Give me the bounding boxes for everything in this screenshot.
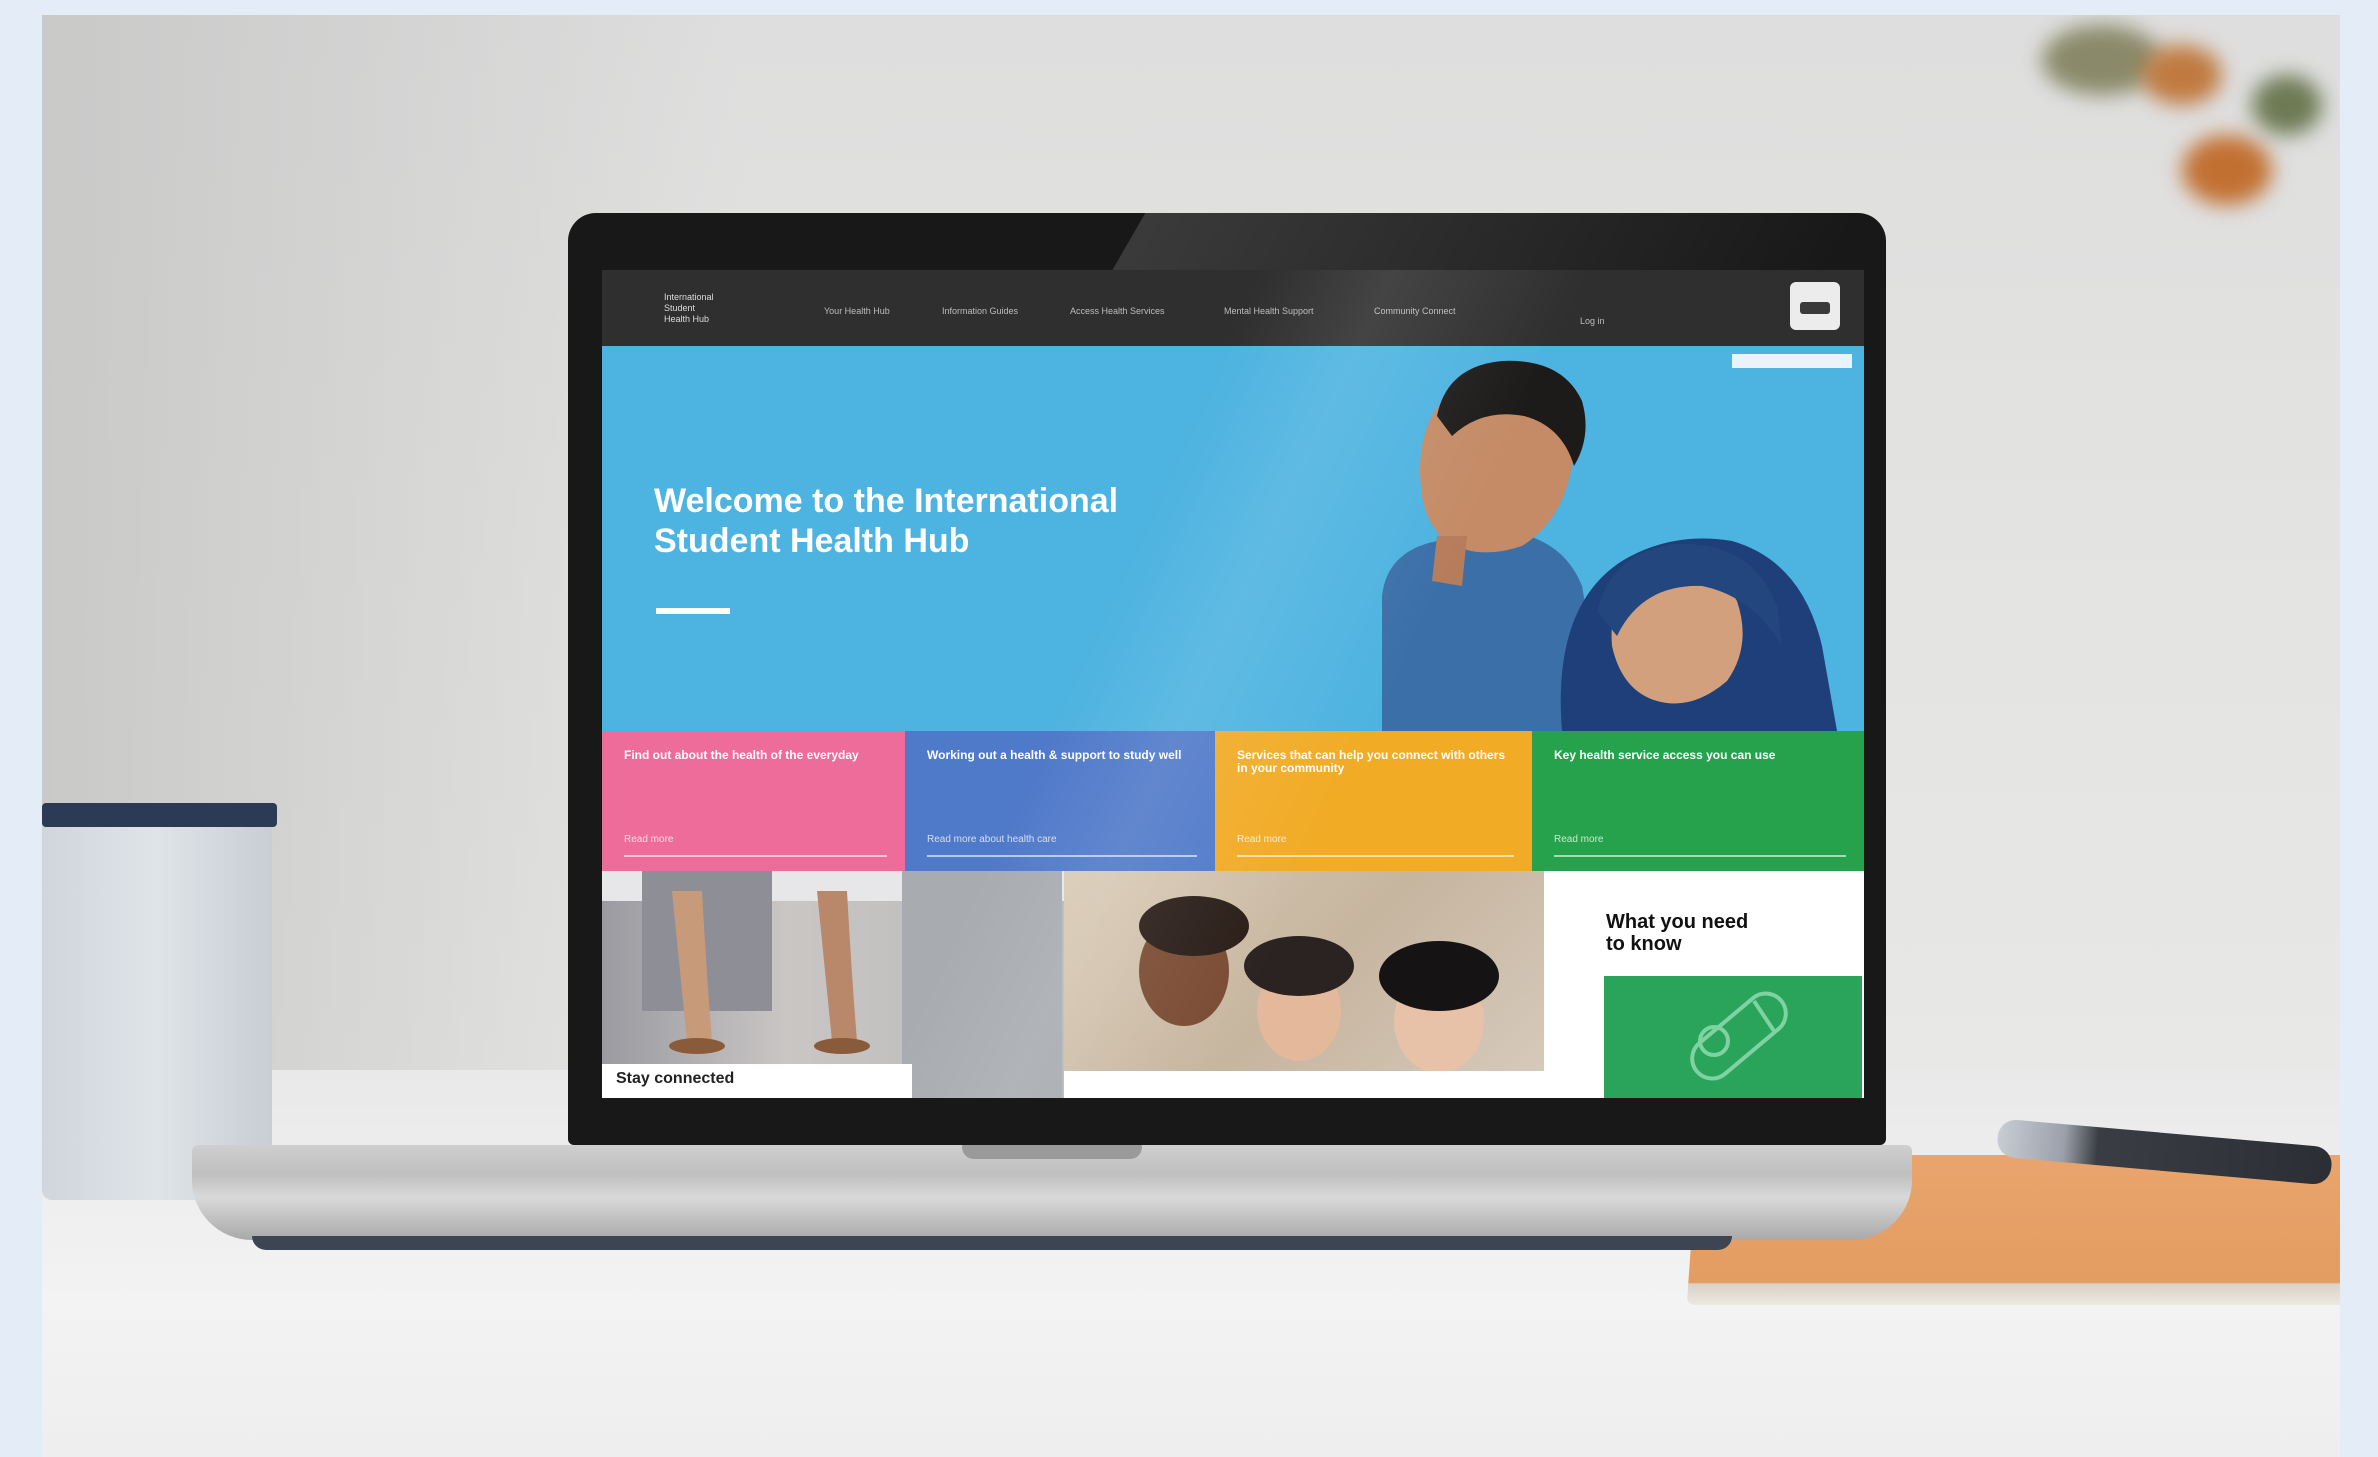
tile-title: Services that can help you connect with … (1237, 748, 1506, 775)
tile-study-well[interactable]: Working out a health & support to study … (905, 731, 1215, 871)
card-photo-friends (1064, 896, 1544, 1098)
tile-divider (1554, 855, 1846, 857)
tile-link[interactable]: Read more (1554, 834, 1603, 845)
bandage-icon (1690, 991, 1788, 1081)
hero-title: Welcome to the International Student Hea… (654, 482, 1119, 560)
tile-title: Key health service access you can use (1554, 748, 1776, 762)
laptop-base (192, 1145, 1912, 1250)
tile-divider (927, 855, 1197, 857)
tile-link[interactable]: Read more (1237, 834, 1286, 845)
nav-item-mental-health[interactable]: Mental Health Support (1224, 306, 1339, 316)
tile-divider (624, 855, 887, 857)
card-friends-photo[interactable] (1064, 871, 1544, 1098)
hero-rule (656, 608, 730, 614)
tile-link[interactable]: Read more (624, 834, 673, 845)
tile-divider (1237, 855, 1514, 857)
tile-title: Working out a health & support to study … (927, 748, 1182, 762)
login-link[interactable]: Log in (1580, 316, 1605, 326)
nav-item-health-hub[interactable]: Your Health Hub (824, 306, 939, 316)
hero-photo (1382, 360, 1837, 731)
lid-glare (1110, 213, 1866, 273)
laptop-screen: International Student Health Hub Your He… (602, 270, 1864, 1098)
mug-rim (42, 803, 277, 827)
plant-blur (2002, 15, 2340, 345)
card-stay-connected[interactable]: Stay connected (602, 871, 1064, 1098)
laptop-foot (252, 1236, 1732, 1250)
brand-line: Health Hub (664, 314, 710, 324)
tile-title: Find out about the health of the everyda… (624, 748, 859, 762)
nav-item-community[interactable]: Community Connect (1374, 306, 1489, 316)
photo-scene: International Student Health Hub Your He… (42, 15, 2340, 1457)
tile-community-services[interactable]: Services that can help you connect with … (1215, 731, 1532, 871)
mug (42, 803, 277, 1200)
content-cards: Stay connected What you need to know (602, 871, 1864, 1098)
laptop-notch (962, 1145, 1142, 1159)
brand-line: Student (664, 303, 696, 313)
tile-link[interactable]: Read more about health care (927, 834, 1057, 845)
card-caption: Stay connected (602, 1064, 912, 1098)
card-illustration (1604, 976, 1862, 1098)
feature-tiles: Find out about the health of the everyda… (602, 731, 1864, 871)
tile-health-access[interactable]: Key health service access you can use Re… (1532, 731, 1864, 871)
card-need-to-know[interactable]: What you need to know (1544, 871, 1864, 1098)
nav-item-access-services[interactable]: Access Health Services (1070, 306, 1185, 316)
site-logo[interactable] (1790, 282, 1840, 330)
hero-banner: Welcome to the International Student Hea… (602, 346, 1864, 731)
tile-everyday-health[interactable]: Find out about the health of the everyda… (602, 731, 905, 871)
card-title: What you need to know (1606, 911, 1749, 955)
site-brand[interactable]: International Student Health Hub (664, 292, 764, 325)
brand-line: International (664, 292, 714, 302)
nav-item-information-guides[interactable]: Information Guides (942, 306, 1057, 316)
site-header: International Student Health Hub Your He… (602, 270, 1864, 346)
